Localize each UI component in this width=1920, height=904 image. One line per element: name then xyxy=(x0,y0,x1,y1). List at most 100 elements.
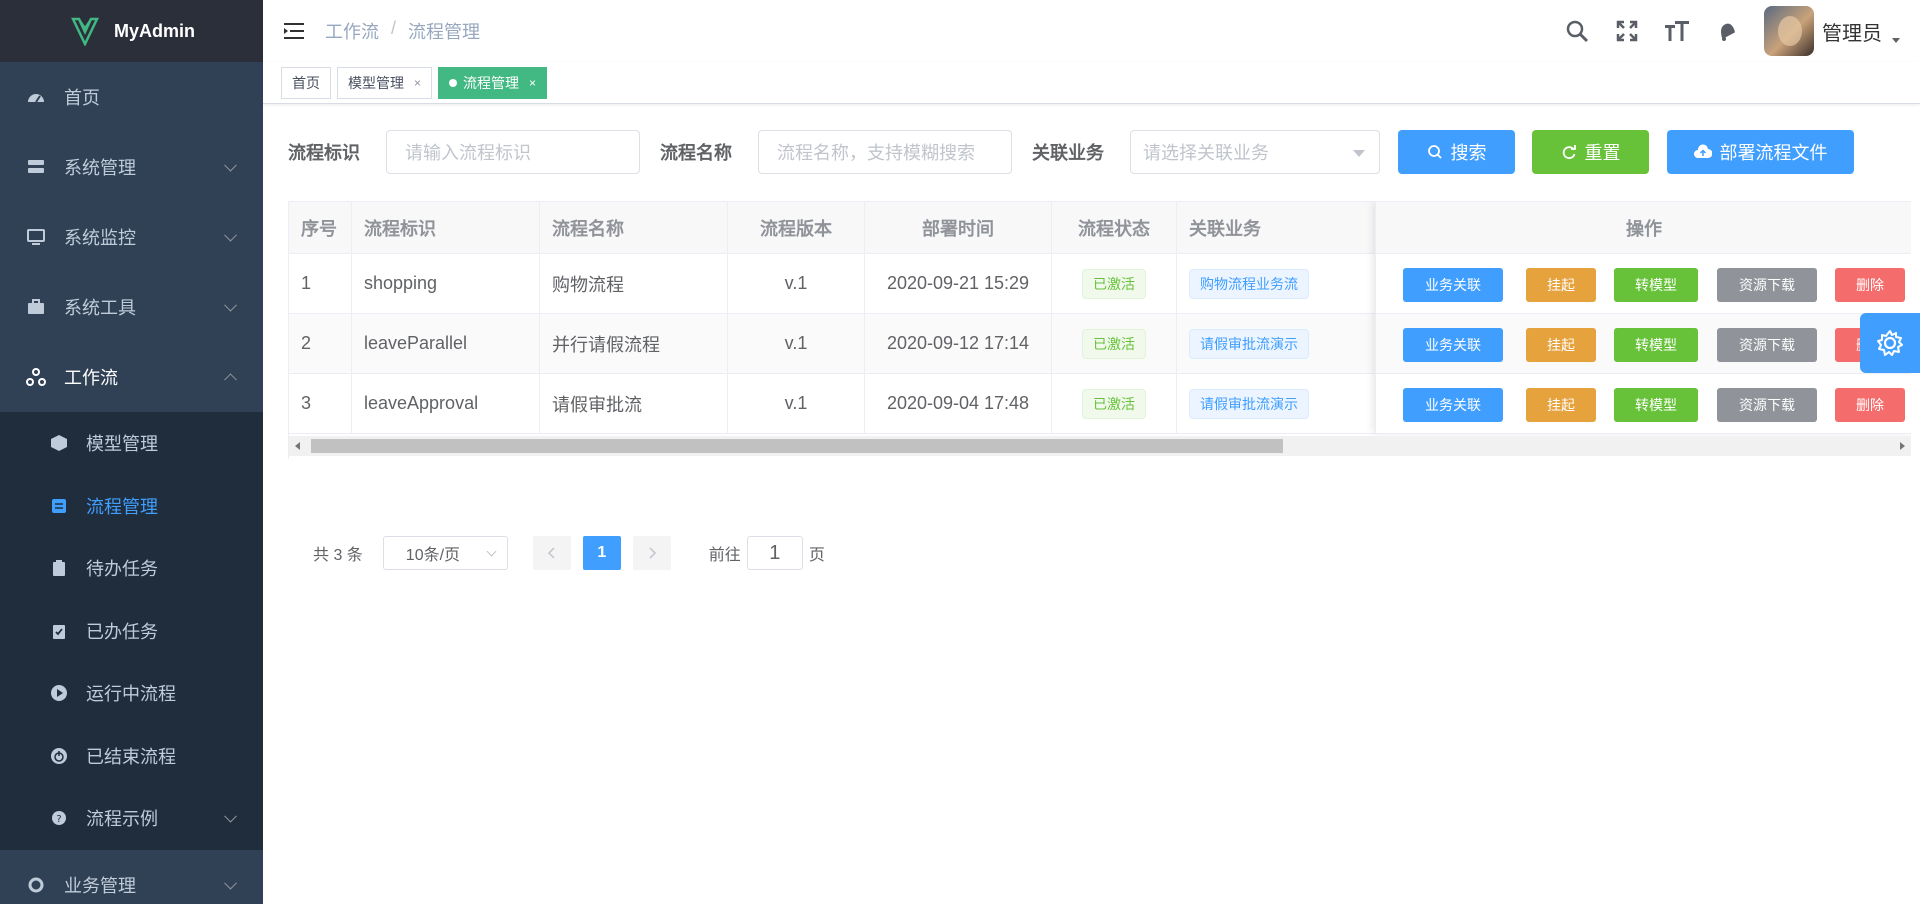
cell-version: v.1 xyxy=(728,314,865,373)
page-size-value: 10条/页 xyxy=(405,547,461,564)
goto-input[interactable]: 1 xyxy=(746,536,803,570)
sidebar-item-monitor[interactable]: 系统监控 xyxy=(0,202,263,272)
sidebar-item-label: 模型管理 xyxy=(86,434,158,455)
tag-home[interactable]: 首页 xyxy=(281,66,331,99)
sidebar-item-process[interactable]: 流程管理 xyxy=(0,475,263,538)
search-button[interactable]: 搜索 xyxy=(1398,130,1515,174)
sidebar-item-label: 工作流 xyxy=(64,368,118,388)
delete-button[interactable]: 删除 xyxy=(1835,388,1905,422)
name-placeholder: 流程名称，支持模糊搜索 xyxy=(777,143,975,163)
process-table: 序号 流程标识 流程名称 流程版本 部署时间 流程状态 关联业务 1 shopp… xyxy=(288,201,1911,459)
delete-button[interactable]: 删除 xyxy=(1835,268,1905,302)
biz-select[interactable]: 请选择关联业务 xyxy=(1130,130,1380,174)
biz-badge: 请假审批流演示 xyxy=(1189,388,1309,419)
sidebar-item-label: 已办任务 xyxy=(86,621,158,642)
search-icon[interactable] xyxy=(1564,18,1590,44)
sidebar-item-finished[interactable]: 已结束流程 xyxy=(0,725,263,788)
close-icon[interactable]: × xyxy=(414,76,421,90)
bind-biz-button[interactable]: 业务关联 xyxy=(1403,388,1503,422)
cell-version: v.1 xyxy=(728,254,865,313)
font-size-icon[interactable] xyxy=(1664,18,1690,44)
deploy-button-label: 部署流程文件 xyxy=(1719,143,1828,163)
to-model-button[interactable]: 转模型 xyxy=(1614,268,1698,302)
scroll-left-icon[interactable] xyxy=(295,442,300,450)
ops-row: 业务关联 挂起 转模型 资源下载 删除 xyxy=(1376,314,1911,374)
sidebar-item-todo[interactable]: 待办任务 xyxy=(0,537,263,600)
sidebar-item-system[interactable]: 系统管理 xyxy=(0,132,263,202)
sidebar-item-label: 流程示例 xyxy=(86,809,158,830)
sidebar-item-examples[interactable]: ? 流程示例 xyxy=(0,787,263,850)
key-input[interactable]: 请输入流程标识 xyxy=(386,130,640,174)
deploy-button[interactable]: 部署流程文件 xyxy=(1667,130,1854,174)
sidebar: MyAdmin 首页 系统管理 系统监控 系统工具 工作流 模型管理 流程管理 … xyxy=(0,0,263,904)
sidebar-item-running[interactable]: 运行中流程 xyxy=(0,662,263,725)
name-input[interactable]: 流程名称，支持模糊搜索 xyxy=(758,130,1012,174)
tag-model[interactable]: 模型管理 × xyxy=(337,66,433,99)
suspend-button[interactable]: 挂起 xyxy=(1526,388,1596,422)
to-model-button[interactable]: 转模型 xyxy=(1614,388,1698,422)
download-button[interactable]: 资源下载 xyxy=(1717,268,1817,302)
biz-badge: 购物流程业务流 xyxy=(1189,268,1309,299)
sidebar-item-label: 系统工具 xyxy=(64,298,136,318)
download-button[interactable]: 资源下载 xyxy=(1717,328,1817,362)
chevron-down-icon xyxy=(224,158,237,172)
bell-icon[interactable] xyxy=(1714,18,1740,44)
caret-down-icon[interactable] xyxy=(1892,37,1900,43)
breadcrumb-item[interactable]: 工作流 xyxy=(325,18,379,44)
tag-process[interactable]: 流程管理 × xyxy=(438,66,548,99)
bind-biz-button[interactable]: 业务关联 xyxy=(1403,328,1503,362)
header-cell: 流程状态 xyxy=(1052,202,1177,253)
sidebar-item-done[interactable]: 已办任务 xyxy=(0,600,263,663)
cloud-upload-icon xyxy=(1693,144,1712,158)
suspend-button[interactable]: 挂起 xyxy=(1526,268,1596,302)
reset-button[interactable]: 重置 xyxy=(1532,130,1649,174)
username[interactable]: 管理员 xyxy=(1822,17,1882,46)
help-icon: ? xyxy=(50,809,68,827)
fullscreen-icon[interactable] xyxy=(1614,18,1640,44)
sidebar-item-model[interactable]: 模型管理 xyxy=(0,412,263,475)
ops-row: 业务关联 挂起 转模型 资源下载 删除 xyxy=(1376,374,1911,434)
cell-time: 2020-09-21 15:29 xyxy=(865,254,1052,313)
download-button[interactable]: 资源下载 xyxy=(1717,388,1817,422)
sidebar-item-tools[interactable]: 系统工具 xyxy=(0,272,263,342)
cell-status: 已激活 xyxy=(1052,314,1177,373)
scroll-thumb[interactable] xyxy=(311,439,1283,453)
business-icon xyxy=(26,875,46,895)
hamburger-icon[interactable] xyxy=(283,22,305,40)
bind-biz-button[interactable]: 业务关联 xyxy=(1403,268,1503,302)
close-icon[interactable]: × xyxy=(529,76,536,90)
cell-no: 2 xyxy=(289,314,352,373)
total-count: 共 3 条 xyxy=(313,547,363,564)
header-cell: 关联业务 xyxy=(1177,202,1377,253)
chevron-down-icon xyxy=(224,810,237,823)
sidebar-item-workflow[interactable]: 工作流 xyxy=(0,342,263,412)
biz-badge: 请假审批流演示 xyxy=(1189,328,1309,359)
page-number[interactable]: 1 xyxy=(582,536,621,570)
sidebar-item-home[interactable]: 首页 xyxy=(0,62,263,132)
settings-button[interactable] xyxy=(1860,313,1920,373)
chevron-left-icon xyxy=(547,547,555,559)
cell-key: shopping xyxy=(352,254,540,313)
next-page-button[interactable] xyxy=(632,536,671,570)
chevron-down-icon xyxy=(1353,150,1365,157)
cell-no: 1 xyxy=(289,254,352,313)
cell-version: v.1 xyxy=(728,374,865,433)
cell-time: 2020-09-12 17:14 xyxy=(865,314,1052,373)
to-model-button[interactable]: 转模型 xyxy=(1614,328,1698,362)
search-button-label: 搜索 xyxy=(1450,143,1487,163)
logo[interactable]: MyAdmin xyxy=(0,0,263,62)
sidebar-item-business[interactable]: 业务管理 xyxy=(0,850,263,904)
app-name: MyAdmin xyxy=(114,20,195,41)
page-size-select[interactable]: 10条/页 xyxy=(382,536,508,570)
scroll-right-icon[interactable] xyxy=(1900,442,1905,450)
suspend-button[interactable]: 挂起 xyxy=(1526,328,1596,362)
prev-page-button[interactable] xyxy=(532,536,571,570)
key-placeholder: 请输入流程标识 xyxy=(405,143,531,163)
horizontal-scrollbar[interactable] xyxy=(288,436,1911,456)
avatar[interactable] xyxy=(1764,6,1814,56)
cube-icon xyxy=(50,434,68,452)
chevron-up-icon xyxy=(224,373,237,387)
process-icon xyxy=(50,497,68,515)
system-icon xyxy=(26,157,46,177)
key-label: 流程标识 xyxy=(288,143,360,163)
